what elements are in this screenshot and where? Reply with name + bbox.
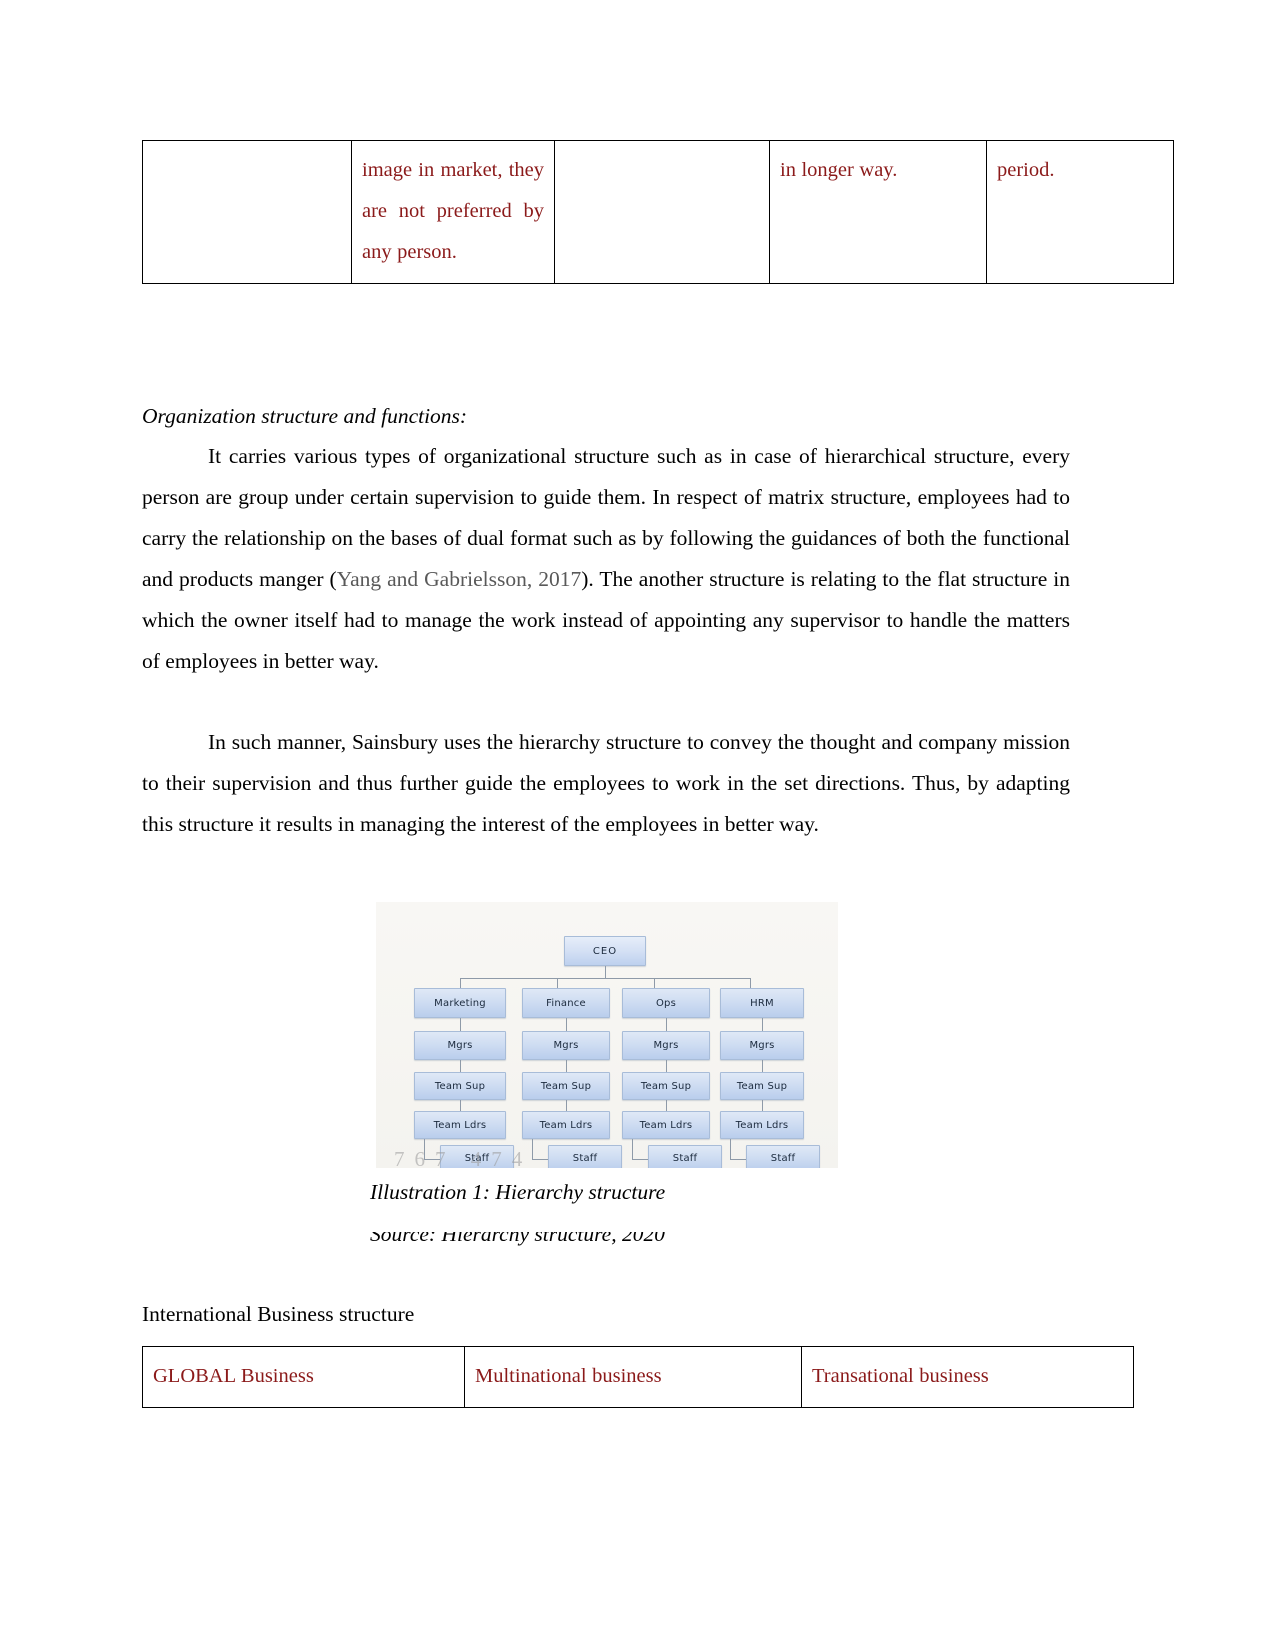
org-node-mgrs-4: Mgrs [720,1031,804,1060]
connector-sup2-to-ldrs [566,1100,567,1111]
connector-ldrs4-staff-elbow [730,1159,746,1160]
figure-caption: Illustration 1: Hierarchy structure [370,1180,666,1204]
org-node-staff-2: Staff [548,1145,622,1168]
org-node-team-ldrs-4: Team Ldrs [720,1111,804,1139]
org-node-team-sup-4: Team Sup [720,1072,804,1100]
image-clipped-artifact: 767 474 [394,1147,533,1168]
figure-source-clipped: Source: Hierarchy structure, 2020 [370,1232,870,1250]
org-node-mgrs-2: Mgrs [522,1031,610,1060]
connector-ldrs3-staff-elbow [632,1159,648,1160]
connector-mgrs1-to-sup [460,1060,461,1072]
org-node-mgrs-1: Mgrs [414,1031,506,1060]
table-cell-col1 [142,140,352,284]
connector-ldrs2-staff-elbow [532,1159,548,1160]
org-node-finance: Finance [522,988,610,1018]
connector-department-bus [460,978,750,979]
table-row: image in market, they are not preferred … [142,140,1174,284]
paragraph-run-text: In such manner, Sainsbury uses the hiera… [142,730,1070,836]
connector-dept2-drop [557,978,558,988]
connector-sup4-to-ldrs [762,1100,763,1111]
subheading-international-business-structure: International Business structure [142,1302,415,1326]
table-row: GLOBAL Business Multinational business T… [142,1346,1134,1408]
connector-ceo-stem [605,966,606,978]
connector-sup1-to-ldrs [460,1100,461,1111]
org-node-team-sup-2: Team Sup [522,1072,610,1100]
connector-mgrs4-to-sup [762,1060,763,1072]
international-business-structure-table: GLOBAL Business Multinational business T… [142,1346,1134,1408]
connector-dept4-to-mgrs [762,1018,763,1031]
org-chart-canvas: CEO Marketing Mgrs Team Sup Team Ldrs St… [376,902,838,1168]
citation-reference: Yang and Gabrielsson, 2017 [336,567,582,591]
connector-mgrs3-to-sup [666,1060,667,1072]
org-node-staff-4: Staff [746,1145,820,1168]
table-cell-col4: in longer way. [769,140,987,284]
table-cell-global-business: GLOBAL Business [142,1346,465,1408]
connector-dept4-drop [750,978,751,988]
connector-sup3-to-ldrs [666,1100,667,1111]
org-node-team-sup-3: Team Sup [622,1072,710,1100]
org-node-team-ldrs-2: Team Ldrs [522,1111,610,1139]
connector-mgrs2-to-sup [566,1060,567,1072]
continued-comparison-table: image in market, they are not preferred … [142,140,1174,284]
document-page: image in market, they are not preferred … [0,0,1275,1651]
org-node-ops: Ops [622,988,710,1018]
table-cell-transational-business: Transational business [801,1346,1134,1408]
connector-dept3-drop [654,978,655,988]
table-cell-col2: image in market, they are not preferred … [351,140,555,284]
org-node-ceo: CEO [564,936,646,966]
hierarchy-structure-image: CEO Marketing Mgrs Team Sup Team Ldrs St… [376,902,838,1168]
section-heading: Organization structure and functions: [142,404,468,428]
org-node-mgrs-3: Mgrs [622,1031,710,1060]
connector-dept1-to-mgrs [460,1018,461,1031]
org-node-marketing: Marketing [414,988,506,1018]
org-node-team-ldrs-1: Team Ldrs [414,1111,506,1139]
paragraph-sainsbury-hierarchy: In such manner, Sainsbury uses the hiera… [142,722,1070,845]
table-cell-multinational-business: Multinational business [464,1346,802,1408]
connector-dept1-drop [460,978,461,988]
org-node-hrm: HRM [720,988,804,1018]
connector-dept3-to-mgrs [666,1018,667,1031]
paragraph-organizational-structure: It carries various types of organization… [142,436,1070,682]
table-cell-col5: period. [986,140,1174,284]
org-node-staff-3: Staff [648,1145,722,1168]
org-node-team-sup-1: Team Sup [414,1072,506,1100]
org-node-team-ldrs-3: Team Ldrs [622,1111,710,1139]
connector-dept2-to-mgrs [566,1018,567,1031]
figure-source-text: Source: Hierarchy structure, 2020 [370,1232,665,1246]
table-cell-col3 [554,140,770,284]
connector-ldrs4-to-staff [730,1139,731,1159]
connector-ldrs3-to-staff [632,1139,633,1159]
